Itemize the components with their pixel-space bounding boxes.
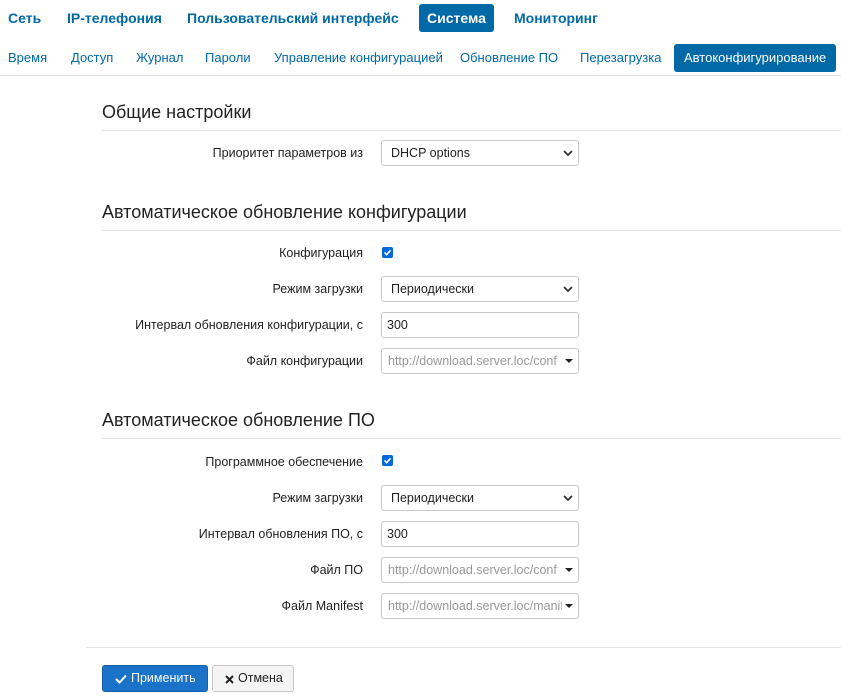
tab-config-management[interactable]: Управление конфигурацией	[264, 44, 453, 72]
config-interval-input[interactable]	[381, 312, 579, 338]
footer-divider	[86, 647, 841, 648]
config-file-combobox[interactable]: http://download.server.loc/conf	[381, 348, 579, 374]
sub-navigation: Время Доступ Журнал Пароли Управление ко…	[0, 42, 841, 76]
check-icon	[115, 674, 127, 684]
section-divider	[102, 438, 841, 439]
apply-button-label: Применить	[131, 671, 196, 685]
firmware-mode-label: Режим загрузки	[272, 491, 364, 505]
section-divider	[102, 130, 841, 131]
topnav-item-system[interactable]: Система	[419, 4, 494, 32]
tab-firmware-update[interactable]: Обновление ПО	[450, 44, 568, 72]
section-title-config-update: Автоматическое обновление конфигурации	[102, 202, 467, 222]
caret-down-icon[interactable]	[565, 568, 573, 572]
firmware-file-value: http://download.server.loc/conf	[388, 563, 557, 577]
manifest-file-combobox[interactable]: http://download.server.loc/manifest	[381, 593, 579, 619]
firmware-mode-select-value: Периодически	[391, 491, 474, 505]
chevron-down-icon	[563, 495, 573, 502]
config-mode-label: Режим загрузки	[272, 282, 364, 296]
tab-reboot[interactable]: Перезагрузка	[570, 44, 671, 72]
topnav-item-monitoring[interactable]: Мониторинг	[506, 4, 606, 32]
tab-time[interactable]: Время	[0, 44, 57, 72]
check-icon	[383, 457, 392, 464]
config-enabled-label: Конфигурация	[279, 246, 363, 260]
config-mode-select-value: Периодически	[391, 282, 474, 296]
firmware-interval-label: Интервал обновления ПО, с	[198, 527, 363, 541]
top-navigation: Сеть IP-телефония Пользовательский интер…	[0, 0, 841, 36]
tab-journal[interactable]: Журнал	[126, 44, 193, 72]
firmware-interval-input[interactable]	[381, 521, 579, 547]
firmware-file-combobox[interactable]: http://download.server.loc/conf	[381, 557, 579, 583]
section-divider	[102, 230, 841, 231]
check-icon	[383, 249, 392, 256]
topnav-item-network[interactable]: Сеть	[0, 4, 49, 32]
config-file-label: Файл конфигурации	[246, 354, 363, 368]
tab-passwords[interactable]: Пароли	[195, 44, 261, 72]
tab-access[interactable]: Доступ	[61, 44, 123, 72]
times-icon	[225, 675, 234, 684]
firmware-file-label: Файл ПО	[310, 563, 363, 577]
apply-button[interactable]: Применить	[102, 665, 208, 692]
tab-autoprovisioning[interactable]: Автоконфигурирование	[674, 44, 837, 72]
manifest-file-value: http://download.server.loc/manifest	[388, 599, 562, 613]
firmware-enabled-checkbox[interactable]	[382, 455, 393, 466]
priority-select-value: DHCP options	[391, 146, 470, 160]
cancel-button-label: Отмена	[238, 671, 283, 685]
manifest-file-label: Файл Manifest	[281, 599, 363, 613]
caret-down-icon[interactable]	[565, 359, 573, 363]
config-interval-label: Интервал обновления конфигурации, с	[135, 318, 363, 332]
priority-label: Приоритет параметров из	[212, 146, 363, 160]
priority-select[interactable]: DHCP options	[381, 140, 579, 166]
config-enabled-checkbox[interactable]	[382, 247, 393, 258]
chevron-down-icon	[563, 150, 573, 157]
firmware-mode-select[interactable]: Периодически	[381, 485, 579, 511]
firmware-enabled-label: Программное обеспечение	[205, 455, 363, 469]
cancel-button[interactable]: Отмена	[212, 665, 294, 692]
config-file-value: http://download.server.loc/conf	[388, 354, 557, 368]
config-mode-select[interactable]: Периодически	[381, 276, 579, 302]
caret-down-icon[interactable]	[565, 604, 573, 608]
section-title-firmware-update: Автоматическое обновление ПО	[102, 410, 375, 430]
chevron-down-icon	[563, 286, 573, 293]
topnav-item-user-interface[interactable]: Пользовательский интерфейс	[179, 4, 407, 32]
topnav-item-ip-telephony[interactable]: IP-телефония	[59, 4, 170, 32]
section-title-general: Общие настройки	[102, 102, 252, 122]
